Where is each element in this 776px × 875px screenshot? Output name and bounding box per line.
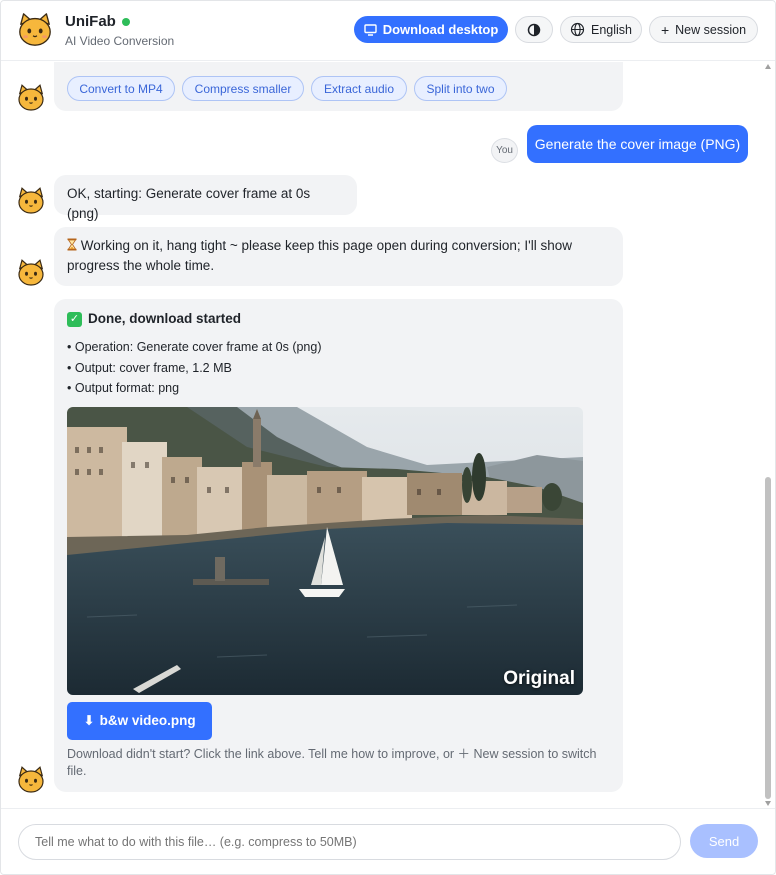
bot-message-start: OK, starting: Generate cover frame at 0s… (54, 175, 357, 221)
app-window: UniFab AI Video Conversion Download desk… (0, 0, 776, 875)
lake-town-image (67, 407, 583, 695)
done-title: ✓ Done, download started (67, 309, 241, 329)
chip-extract-audio[interactable]: Extract audio (311, 76, 407, 101)
scroll-thumb[interactable] (765, 477, 771, 799)
contrast-icon (527, 23, 541, 36)
cover-image-preview[interactable]: Original (67, 407, 583, 695)
theme-toggle-button[interactable] (515, 16, 553, 43)
download-desktop-button[interactable]: Download desktop (354, 16, 508, 43)
app-subtitle: AI Video Conversion (65, 34, 175, 48)
monitor-icon (364, 23, 377, 36)
plus-icon: + (660, 21, 670, 38)
check-box-icon: ✓ (67, 311, 82, 327)
chat-scroll-area[interactable]: Convert to MP4 Compress smaller Extract … (1, 62, 775, 808)
scroll-up-arrow-icon[interactable] (765, 64, 771, 69)
bot-avatar (18, 766, 44, 793)
user-message: Generate the cover image (PNG) (527, 125, 748, 163)
cat-logo-icon (19, 13, 51, 46)
hourglass-icon (67, 238, 77, 251)
scroll-down-arrow-icon[interactable] (765, 801, 771, 806)
download-hint: Download didn't start? Click the link ab… (67, 747, 597, 778)
message-input[interactable] (18, 824, 681, 860)
brand: UniFab AI Video Conversion (65, 13, 174, 48)
header: UniFab AI Video Conversion Download desk… (1, 1, 775, 61)
bot-message-done: ✓ Done, download started • Operation: Ge… (54, 299, 623, 792)
detail-operation: • Operation: Generate cover frame at 0s … (67, 340, 322, 354)
new-session-button[interactable]: + New session (649, 16, 758, 43)
download-arrow-icon: ⬇ (83, 713, 95, 728)
bot-message-chips: Convert to MP4 Compress smaller Extract … (54, 62, 623, 111)
bot-avatar (18, 187, 44, 214)
language-button[interactable]: English (560, 16, 642, 43)
globe-icon (570, 22, 585, 37)
composer-bar: Send (1, 808, 775, 874)
app-name: UniFab (65, 13, 116, 30)
user-badge: You (491, 138, 518, 163)
detail-format: • Output format: png (67, 381, 180, 395)
bot-message-working: Working on it, hang tight ~ please keep … (54, 227, 623, 286)
chip-convert-mp4[interactable]: Convert to MP4 (67, 76, 175, 101)
chip-split-two[interactable]: Split into two (414, 76, 507, 101)
send-button[interactable]: Send (690, 824, 758, 858)
chip-compress-smaller[interactable]: Compress smaller (182, 76, 304, 101)
preview-label: Original (503, 668, 575, 689)
online-status-dot (121, 17, 130, 26)
download-file-button[interactable]: ⬇ b&w video.png (67, 702, 212, 740)
bot-avatar (18, 84, 44, 111)
done-details: • Operation: Generate cover frame at 0s … (67, 337, 322, 399)
detail-output: • Output: cover frame, 1.2 MB (67, 360, 232, 375)
bot-avatar (18, 259, 44, 286)
